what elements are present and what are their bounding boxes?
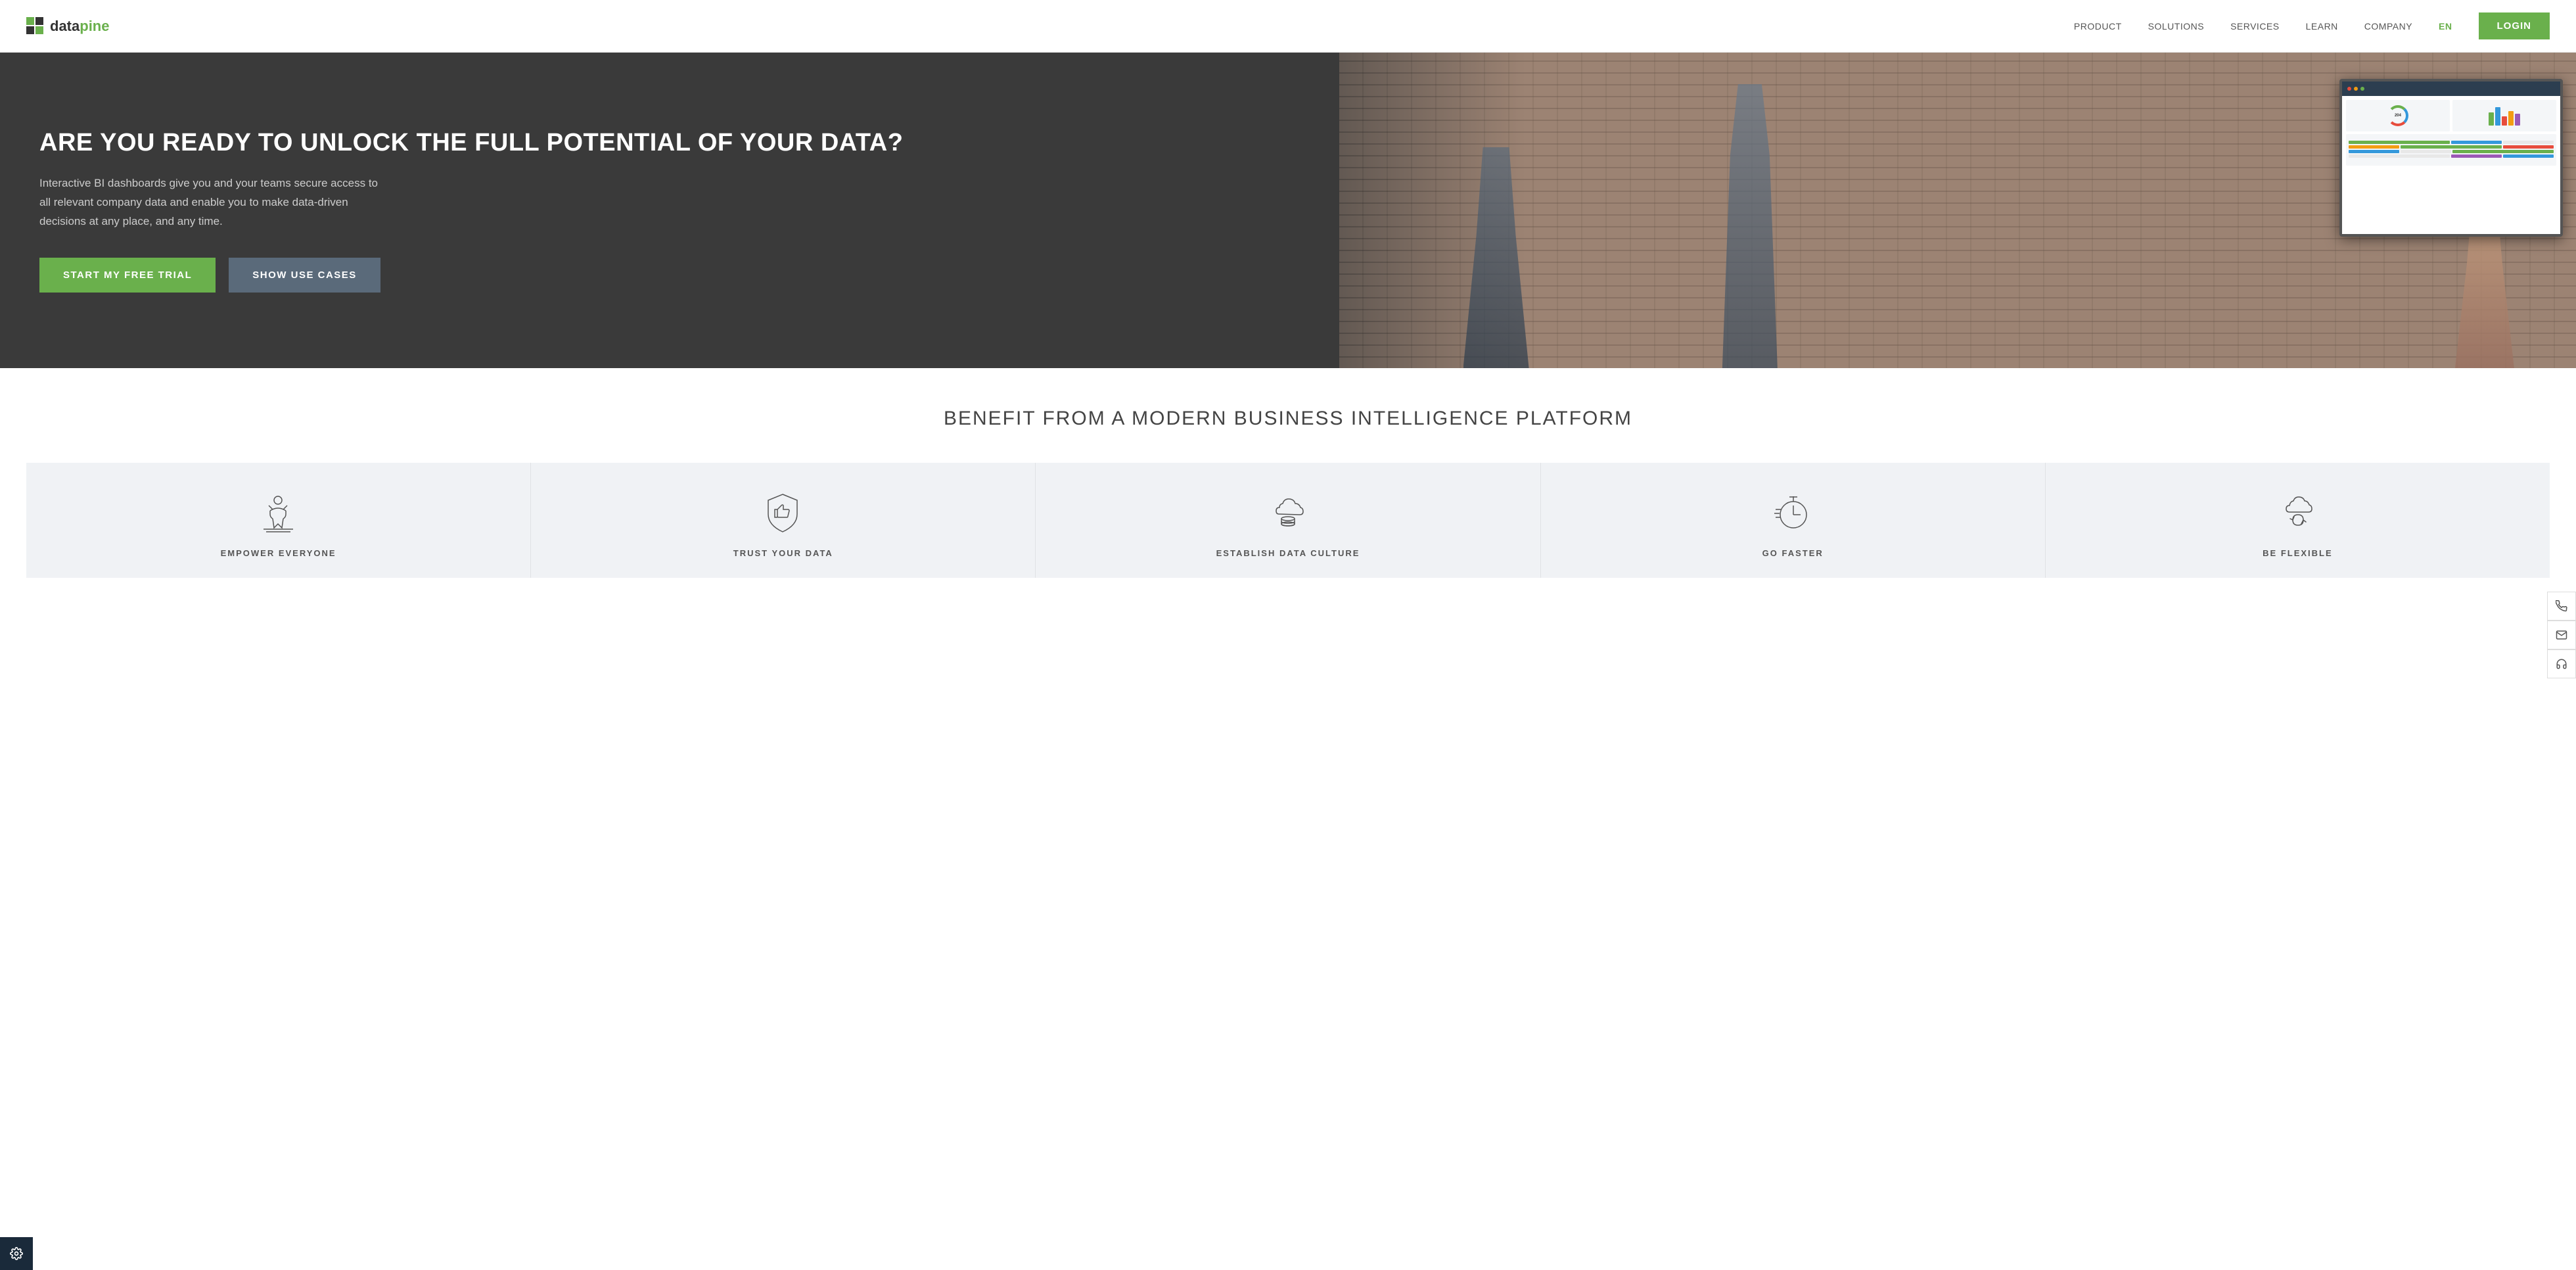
nav-product[interactable]: PRODUCT [2074,21,2122,32]
benefit-card-faster: GO FASTER [1541,463,2046,578]
main-header: datapine PRODUCT SOLUTIONS SERVICES LEAR… [0,0,2576,53]
email-icon [2556,629,2567,641]
hero-title: ARE YOU READY TO UNLOCK THE FULL POTENTI… [39,128,1300,158]
cell-8 [2401,150,2451,153]
bar-1 [2489,112,2494,126]
benefit-card-culture: ESTABLISH DATA CULTURE [1036,463,1540,578]
empower-icon [256,489,302,535]
cell-7 [2349,150,2399,153]
logo-text: datapine [50,18,109,35]
logo[interactable]: datapine [26,17,109,35]
headset-icon [2556,658,2567,670]
nav-company[interactable]: COMPANY [2364,21,2412,32]
bar-5 [2515,114,2520,126]
table-row-3 [2349,150,2554,153]
faster-label: GO FASTER [1762,548,1824,558]
cell-2 [2451,141,2502,144]
ring-chart: 204 [2387,105,2408,126]
screen-dot-yellow [2354,87,2358,91]
logo-icon [26,17,45,35]
dashboard-screen: 204 [2339,79,2563,237]
screen-header [2342,82,2560,96]
benefit-card-trust: TRUST YOUR DATA [531,463,1036,578]
hero-subtitle: Interactive BI dashboards give you and y… [39,174,381,231]
headset-icon-button[interactable] [2547,649,2576,678]
cell-6 [2503,145,2554,149]
settings-icon [10,1247,23,1260]
nav-solutions[interactable]: SOLUTIONS [2148,21,2204,32]
screen-widget-gauge: 204 [2346,100,2450,131]
cell-9 [2452,150,2554,153]
table-row-2 [2349,145,2554,149]
flexible-icon [2274,489,2320,535]
culture-label: ESTABLISH DATA CULTURE [1216,548,1360,558]
benefit-card-empower: EMPOWER EVERYONE [26,463,531,578]
hero-section: ARE YOU READY TO UNLOCK THE FULL POTENTI… [0,53,2576,368]
screen-dot-green [2360,87,2364,91]
benefits-title: BENEFIT FROM A MODERN BUSINESS INTELLIGE… [26,408,2550,430]
benefits-cards: EMPOWER EVERYONE TRUST YOUR DATA [26,463,2550,578]
cell-12 [2503,154,2554,158]
flexible-label: BE FLEXIBLE [2263,548,2333,558]
cell-10 [2349,154,2450,158]
nav-learn[interactable]: LEARN [2306,21,2338,32]
cell-1 [2349,141,2450,144]
phone-icon [2556,600,2567,612]
hero-buttons: START MY FREE TRIAL SHOW USE CASES [39,258,1300,293]
bar-chart [2489,106,2520,126]
settings-badge[interactable] [0,1237,33,1270]
start-trial-button[interactable]: START MY FREE TRIAL [39,258,216,293]
data-table [2349,141,2554,159]
culture-icon [1265,489,1311,535]
screen-widget-table [2346,134,2556,166]
login-button[interactable]: LOGIN [2479,12,2550,39]
cell-11 [2451,154,2502,158]
screen-body: 204 [2342,96,2560,170]
trust-icon [760,489,806,535]
empower-label: EMPOWER EVERYONE [221,548,336,558]
hero-content: ARE YOU READY TO UNLOCK THE FULL POTENTI… [0,53,1339,368]
show-use-cases-button[interactable]: SHOW USE CASES [229,258,380,293]
bar-2 [2495,107,2500,126]
ring-value: 204 [2395,114,2401,118]
language-selector[interactable]: EN [2439,21,2452,32]
benefits-section: BENEFIT FROM A MODERN BUSINESS INTELLIGE… [0,368,2576,578]
benefit-card-flexible: BE FLEXIBLE [2046,463,2550,578]
cell-4 [2349,145,2399,149]
trust-label: TRUST YOUR DATA [733,548,833,558]
side-contact-icons [2547,592,2576,678]
table-row-1 [2349,141,2554,144]
faster-icon [1770,489,1816,535]
bar-3 [2502,116,2507,126]
cell-3 [2503,141,2554,144]
screen-dot-red [2347,87,2351,91]
hero-bg: 204 [1339,53,2576,368]
cell-5 [2401,145,2502,149]
email-icon-button[interactable] [2547,621,2576,649]
main-nav: PRODUCT SOLUTIONS SERVICES LEARN COMPANY… [2074,12,2550,39]
hero-image: 204 [1339,53,2576,368]
nav-services[interactable]: SERVICES [2230,21,2280,32]
table-row-4 [2349,154,2554,158]
bar-4 [2508,111,2514,126]
screen-widget-bar [2452,100,2556,131]
phone-icon-button[interactable] [2547,592,2576,621]
